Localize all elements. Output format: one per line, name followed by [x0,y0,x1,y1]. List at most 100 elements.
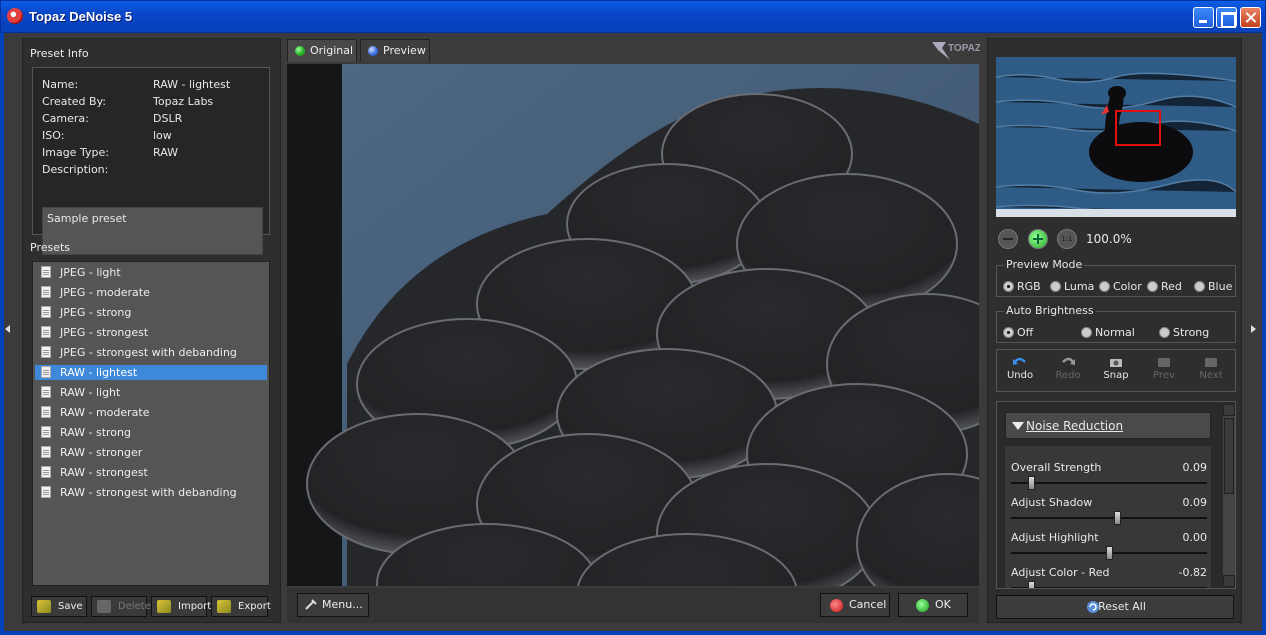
document-icon [41,446,51,458]
redo-label: Redo [1055,370,1081,381]
preset-item[interactable]: RAW - stronger [35,445,267,460]
menu-button[interactable]: Menu... [297,593,369,617]
info-value: DSLR [153,112,183,125]
preset-label: JPEG - strong [60,306,132,319]
radio-luma[interactable]: Luma [1050,280,1094,293]
radio-red[interactable]: Red [1147,280,1182,293]
collapse-triangle-icon [1012,422,1024,430]
preset-item[interactable]: JPEG - strongest with debanding [35,345,267,360]
radio-blue-label: Blue [1208,280,1233,293]
zoom-actual-size-icon[interactable]: 1:1 [1057,229,1077,249]
save-icon [37,600,51,613]
snap-button[interactable]: Snap [1096,356,1136,381]
preset-info-label: Preset Info [30,47,89,60]
radio-color[interactable]: Color [1099,280,1142,293]
zoom-out-icon[interactable] [998,229,1018,249]
radio-off-label: Off [1017,326,1034,339]
preset-item[interactable]: JPEG - strong [35,305,267,320]
tab-original[interactable]: Original [287,39,357,62]
radio-off[interactable]: Off [1003,326,1033,339]
preset-item[interactable]: JPEG - moderate [35,285,267,300]
preset-label: RAW - strongest with debanding [60,486,237,499]
preset-item[interactable]: RAW - strongest [35,465,267,480]
cancel-button[interactable]: Cancel [820,593,890,617]
close-button[interactable] [1240,7,1261,28]
radio-rgb[interactable]: RGB [1003,280,1041,293]
zoom-in-icon[interactable] [1028,229,1048,249]
info-key: Created By: [42,95,106,108]
preset-list[interactable]: JPEG - light JPEG - moderate JPEG - strong… [32,261,270,586]
topaz-logo: TOPAZ [932,42,980,60]
slider-thumb[interactable] [1028,476,1035,490]
collapse-right-panel-icon[interactable] [1251,325,1256,333]
preset-info-box: Name: RAW - lightest Created By: Topaz Lab… [32,67,270,255]
undo-button[interactable]: Undo [1000,356,1040,381]
slider-thumb[interactable] [1106,546,1113,560]
minimize-button[interactable] [1193,7,1214,28]
ok-check-icon [916,599,929,612]
radio-luma-label: Luma [1064,280,1095,293]
redo-button[interactable]: Redo [1048,356,1088,381]
wrench-icon [305,599,317,610]
slider-thumb[interactable] [1114,511,1121,525]
preset-item[interactable]: RAW - moderate [35,405,267,420]
prev-label: Prev [1153,370,1175,381]
preset-item[interactable]: JPEG - light [35,265,267,280]
info-value: low [153,129,172,142]
cancel-label: Cancel [849,598,887,611]
document-icon [41,386,51,398]
vertical-scrollbar[interactable] [1223,404,1235,587]
reset-all-button[interactable]: Reset All [996,595,1234,619]
undo-icon [1013,357,1026,365]
next-snapshot-icon [1205,358,1217,367]
save-button[interactable]: Save [31,596,87,617]
delete-icon [97,600,111,613]
info-value: RAW - lightest [153,78,231,91]
preset-item[interactable]: RAW - lightest [35,365,267,380]
navigator-thumbnail[interactable] [996,57,1236,217]
window-title: Topaz DeNoise 5 [29,9,133,24]
preset-label: RAW - lightest [60,366,138,379]
green-dot-icon [295,46,305,56]
tab-preview[interactable]: Preview [360,39,430,62]
export-button[interactable]: Export [211,596,271,617]
scroll-thumb[interactable] [1224,418,1234,494]
scroll-up-icon[interactable] [1223,404,1235,416]
document-icon [41,266,51,278]
slider-track[interactable] [1011,587,1207,588]
collapse-left-panel-icon[interactable] [5,325,10,333]
radio-normal[interactable]: Normal [1081,326,1135,339]
info-key: Image Type: [42,146,109,159]
ok-button[interactable]: OK [898,593,968,617]
zoom-level: 100.0% [1086,232,1132,246]
radio-strong[interactable]: Strong [1159,326,1209,339]
preset-label: RAW - light [60,386,121,399]
maximize-button[interactable] [1216,7,1237,28]
slider-value: -0.82 [1178,566,1207,579]
preset-item[interactable]: RAW - strong [35,425,267,440]
slider-track[interactable] [1011,482,1207,484]
noise-reduction-header[interactable]: Noise Reduction [1005,412,1211,439]
preview-image[interactable] [287,64,979,586]
slider-thumb[interactable] [1028,581,1035,588]
history-toolbar: Undo Redo Snap Prev Next [996,349,1236,392]
delete-button[interactable]: Delete [91,596,151,617]
document-icon [41,426,51,438]
scroll-down-icon[interactable] [1223,575,1235,587]
import-button[interactable]: Import [151,596,211,617]
camera-icon [1110,359,1122,367]
next-button[interactable]: Next [1191,356,1231,381]
prev-button[interactable]: Prev [1144,356,1184,381]
radio-normal-label: Normal [1095,326,1135,339]
slider-value: 0.09 [1182,461,1208,474]
preset-item[interactable]: RAW - strongest with debanding [35,485,267,500]
preset-item[interactable]: RAW - light [35,385,267,400]
preset-label: JPEG - light [60,266,121,279]
preset-label: RAW - strong [60,426,131,439]
document-icon [41,306,51,318]
slider-track[interactable] [1011,517,1207,519]
radio-blue[interactable]: Blue [1194,280,1232,293]
import-icon [157,600,171,613]
noise-reduction-sliders: Overall Strength 0.09 Adjust Shadow 0.09 Adj… [1005,446,1211,588]
preset-item[interactable]: JPEG - strongest [35,325,267,340]
